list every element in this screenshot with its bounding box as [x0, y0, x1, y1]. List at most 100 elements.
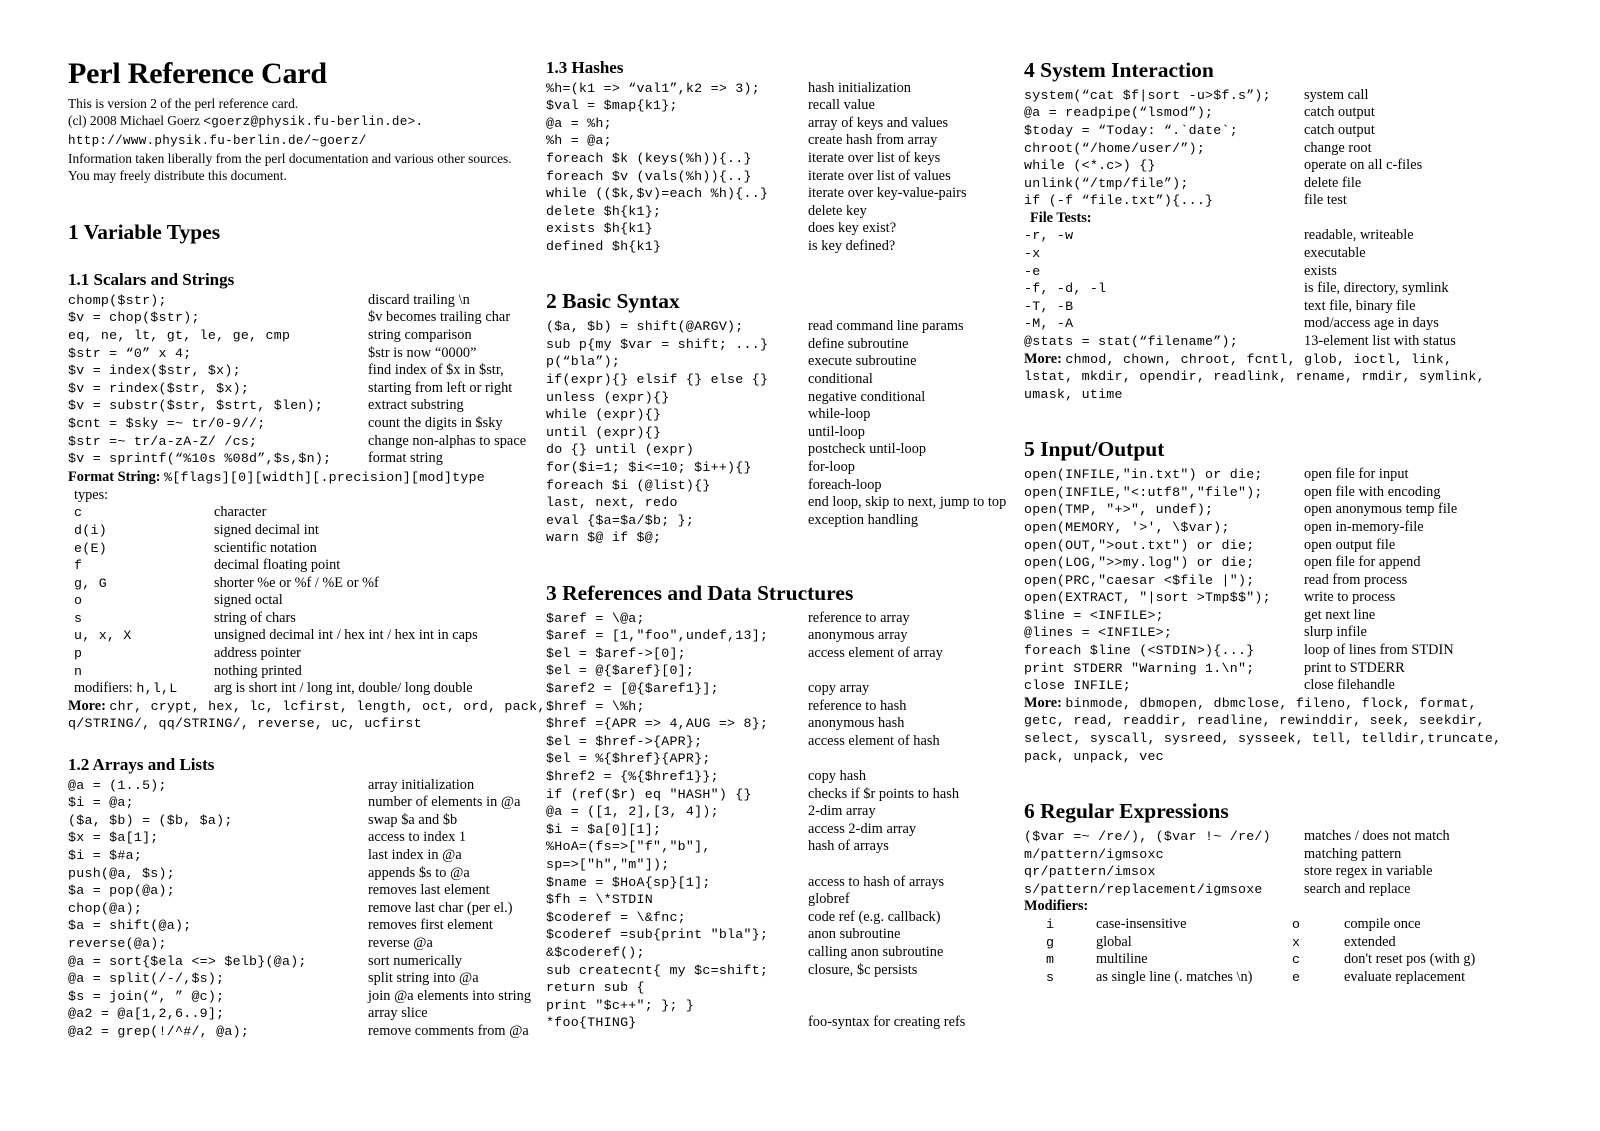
type-key: f: [74, 558, 83, 574]
types-label: types:: [74, 486, 109, 503]
description-cell: create hash from array: [808, 132, 938, 149]
code-cell: @a = %h;: [546, 115, 612, 131]
description-cell: is file, directory, symlink: [1304, 280, 1449, 297]
input-output-table: open(INFILE,"in.txt") or die; open file f…: [1024, 466, 1502, 695]
modifier-key: s: [1046, 969, 1055, 985]
table-row: $v = rindex($str, $x); starting from left…: [68, 380, 546, 398]
description-cell: exists: [1304, 262, 1337, 279]
table-row: if(expr){} elsif {} else {} conditional: [546, 371, 1024, 389]
modifier-key: e: [1292, 969, 1301, 985]
description-cell: get next line: [1304, 606, 1376, 623]
code-cell: chomp($str);: [68, 292, 167, 308]
code-cell: return sub {: [546, 980, 645, 996]
description-cell: open output file: [1304, 536, 1396, 553]
table-row: $name = $HoA{sp}[1]; access to hash of ar…: [546, 874, 1024, 892]
description-cell: change root: [1304, 139, 1372, 156]
code-cell: $today = “Today: “.`date`;: [1024, 122, 1238, 138]
code-cell: $a = shift(@a);: [68, 918, 192, 934]
table-row: foreach $line (<STDIN>){...} loop of line…: [1024, 642, 1502, 660]
author-url: http://www.physik.fu-berlin.de/~goerz/: [68, 133, 367, 148]
table-row: exists $h{k1} does key exist?: [546, 220, 1024, 238]
code-cell: sub p{my $var = shift; ...}: [546, 336, 769, 352]
table-row: open(PRC,"caesar <$file |"); read from pr…: [1024, 572, 1502, 590]
code-cell: open(MEMORY, '>', \$var);: [1024, 519, 1230, 535]
description-cell: conditional: [808, 370, 873, 387]
description-cell: count the digits in $sky: [368, 414, 503, 431]
code-cell: eval {$a=$a/$b; };: [546, 512, 695, 528]
description-cell: appends $s to @a: [368, 864, 470, 881]
table-row: return sub {: [546, 979, 1024, 997]
description-cell: define subroutine: [808, 335, 909, 352]
table-row: o signed octal: [68, 592, 546, 610]
code-cell: push(@a, $s);: [68, 865, 175, 881]
file-tests-table: -r, -w readable, writeable -x executable -e e…: [1024, 227, 1502, 350]
table-row: $x = $a[1]; access to index 1: [68, 829, 546, 847]
type-key: o: [74, 593, 83, 609]
description-cell: is key defined?: [808, 237, 896, 254]
table-row: foreach $i (@list){} foreach-loop: [546, 477, 1024, 495]
table-row: open(OUT,">out.txt") or die; open output …: [1024, 537, 1502, 555]
table-row: $aref = \@a; reference to array: [546, 610, 1024, 628]
description-cell: starting from left or right: [368, 379, 513, 396]
description-cell: globref: [808, 891, 850, 908]
credit-line-sources: Information taken liberally from the per…: [68, 151, 512, 167]
code-cell: $el = $href->{APR};: [546, 733, 703, 749]
reference-card-page: Perl Reference Card This is version 2 of…: [0, 0, 1600, 1131]
description-cell: while-loop: [808, 406, 871, 423]
table-row: defined $h{k1} is key defined?: [546, 238, 1024, 256]
table-row: sp=>["h","m"]);: [546, 856, 1024, 874]
author-email: <goerz@physik.fu-berlin.de>.: [203, 114, 424, 129]
type-key: p: [74, 646, 83, 662]
table-row: -r, -w readable, writeable: [1024, 227, 1502, 245]
code-cell: $aref = \@a;: [546, 610, 645, 626]
description-cell: access to hash of arrays: [808, 873, 945, 890]
table-row: n nothing printed: [68, 663, 546, 681]
credit-line-author: (cl) 2008 Michael Goerz <goerz@physik.fu…: [68, 113, 546, 130]
table-row: s string of chars: [68, 610, 546, 628]
modifier-key: g: [1046, 934, 1055, 950]
description-cell: file test: [1304, 192, 1347, 209]
page-title: Perl Reference Card: [68, 57, 327, 90]
code-cell: eq, ne, lt, gt, le, ge, cmp: [68, 327, 291, 343]
code-cell: @a2 = @a[1,2,6..9];: [68, 1006, 225, 1022]
description-cell: reverse @a: [368, 934, 433, 951]
system-more-line: More: chmod, chown, chroot, fcntl, glob,…: [1024, 351, 1502, 404]
type-description: shorter %e or %f / %E or %f: [214, 574, 379, 591]
modifiers-desc: arg is short int / long int, double/ lon…: [214, 680, 473, 697]
table-row: ($a, $b) = ($b, $a); swap $a and $b: [68, 812, 546, 830]
description-cell: hash initialization: [808, 79, 911, 96]
table-row: ($var =~ /re/), ($var !~ /re/) matches / …: [1024, 828, 1502, 846]
modifier-description: extended: [1344, 933, 1396, 950]
table-row: last, next, redo end loop, skip to next, …: [546, 494, 1024, 512]
description-cell: for-loop: [808, 458, 855, 475]
format-string-value: %[flags][0][width][.precision][mod]type: [164, 469, 486, 485]
description-cell: extract substring: [368, 397, 464, 414]
description-cell: end loop, skip to next, jump to top: [808, 494, 1007, 511]
table-row: chomp($str); discard trailing \n: [68, 292, 546, 310]
code-cell: ($var =~ /re/), ($var !~ /re/): [1024, 828, 1271, 844]
table-row: -M, -A mod/access age in days: [1024, 315, 1502, 333]
description-cell: split string into @a: [368, 970, 479, 987]
description-cell: slurp infile: [1304, 624, 1367, 641]
table-row: e(E) scientific notation: [68, 540, 546, 558]
description-cell: anon subroutine: [808, 926, 901, 943]
description-cell: open file for append: [1304, 554, 1421, 571]
description-cell: change non-alphas to space: [368, 432, 527, 449]
table-row: open(EXTRACT, "|sort >Tmp$$"); write to p…: [1024, 589, 1502, 607]
code-cell: ($a, $b) = shift(@ARGV);: [546, 319, 744, 335]
table-row: open(MEMORY, '>', \$var); open in-memory-…: [1024, 519, 1502, 537]
description-cell: checks if $r points to hash: [808, 785, 960, 802]
table-row: $v = index($str, $x); find index of $x in…: [68, 362, 546, 380]
table-row: $v = sprintf(“%10s %08d”,$s,$n); format s…: [68, 450, 546, 468]
description-cell: negative conditional: [808, 388, 926, 405]
code-cell: if (ref($r) eq "HASH") {}: [546, 786, 752, 802]
format-types-table: c character d(i) signed decimal int e(E) scie…: [68, 504, 546, 680]
code-cell: $i = $#a;: [68, 847, 143, 863]
table-row: warn $@ if $@;: [546, 529, 1024, 547]
modifier-key: c: [1292, 952, 1301, 968]
table-row: $today = “Today: “.`date`; catch output: [1024, 122, 1502, 140]
modifiers-keys: h,l,L: [136, 681, 178, 697]
code-cell: do {} until (expr): [546, 442, 695, 458]
description-cell: exception handling: [808, 511, 919, 528]
description-cell: array slice: [368, 1005, 428, 1022]
